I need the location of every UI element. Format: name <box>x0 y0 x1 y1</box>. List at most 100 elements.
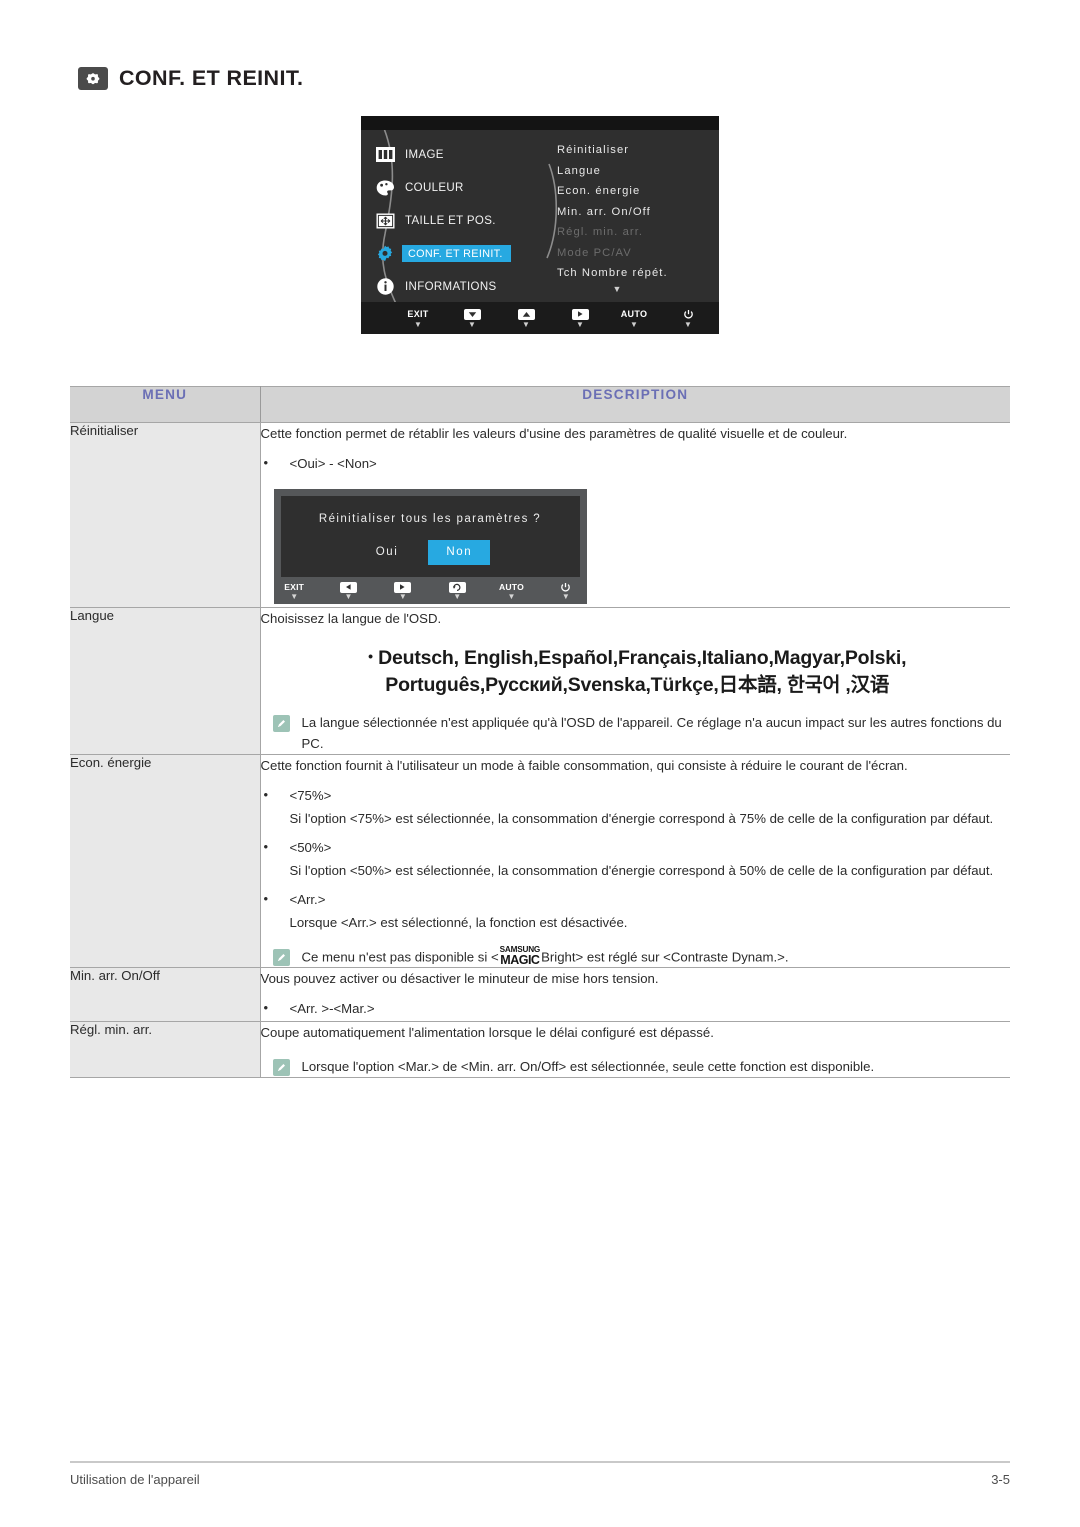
table-row: Réinitialiser Cette fonction permet de r… <box>70 422 1011 608</box>
right-button[interactable]: ▼ <box>389 581 416 601</box>
gear-icon <box>374 243 396 265</box>
button-caret-icon: ▼ <box>561 592 570 601</box>
osd-submenu-item[interactable]: Tch Nombre répét. <box>557 263 677 284</box>
auto-button-label: AUTO <box>620 309 648 319</box>
power-button[interactable]: ▼ <box>671 308 705 329</box>
list-item: <50%> <box>261 836 1011 858</box>
exit-button[interactable]: EXIT ▼ <box>281 581 308 601</box>
table-row: Min. arr. On/Off Vous pouvez activer ou … <box>70 967 1011 1023</box>
description-cell: Cette fonction fournit à l'utilisateur u… <box>260 753 1011 969</box>
option-detail: Lorsque <Arr.> est sélectionné, la fonct… <box>289 915 628 930</box>
osd-menu-label: TAILLE ET POS. <box>405 214 496 227</box>
osd-body: IMAGE COULEUR TAILLE ET POS. CONF. ET RE… <box>361 130 719 302</box>
osd-menu-item-informations[interactable]: INFORMATIONS <box>374 270 574 303</box>
languages-line-1: • Deutsch, English,Español,Français,Ital… <box>265 643 1011 672</box>
auto-button[interactable]: AUTO ▼ <box>617 308 651 329</box>
description-intro: Cette fonction fournit à l'utilisateur u… <box>260 758 908 773</box>
dialog-question: Réinitialiser tous les paramètres ? <box>318 512 542 525</box>
note-pencil-icon <box>272 715 290 732</box>
menu-description-table: MENU DESCRIPTION Réinitialiser Cette fon… <box>70 386 1011 1079</box>
osd-submenu-item[interactable]: Econ. énergie <box>557 181 677 202</box>
description-intro: Choisissez la langue de l'OSD. <box>260 611 442 626</box>
power-button[interactable]: ▼ <box>552 581 579 601</box>
page-footer: Utilisation de l'appareil 3-5 <box>70 1472 1010 1487</box>
list-item: <Oui> - <Non> <box>261 452 1011 474</box>
list-item: <Arr. >-<Mar.> <box>261 997 1011 1019</box>
up-button-glyph <box>509 308 543 321</box>
osd-button-bar: EXIT ▼ ▼ ▼ ▼ AUTO ▼ ▼ <box>361 302 719 334</box>
osd-menu-item-image[interactable]: IMAGE <box>374 138 574 171</box>
power-button-glyph <box>671 308 705 321</box>
note-block: La langue sélectionnée n'est appliquée q… <box>261 712 1011 754</box>
enter-button-glyph <box>563 308 597 321</box>
option-list: <50%> <box>261 836 1011 858</box>
size-position-icon <box>374 210 396 232</box>
option-list: <Arr. >-<Mar.> <box>261 997 1011 1019</box>
note-pencil-icon <box>272 1059 290 1077</box>
osd-menu-label: IMAGE <box>405 148 444 161</box>
note-text: La langue sélectionnée n'est appliquée q… <box>301 715 1002 751</box>
note-text-after: Bright> est réglé sur <Contraste Dynam.>… <box>541 949 789 965</box>
bullet-glyph: • <box>368 648 373 664</box>
osd-submenu-item[interactable]: Langue <box>557 161 677 182</box>
table-row: Langue Choisissez la langue de l'OSD. • … <box>70 607 1011 755</box>
note-pencil-icon <box>272 949 290 966</box>
osd-menu-label-selected: CONF. ET REINIT. <box>402 245 511 262</box>
description-intro: Cette fonction permet de rétablir les va… <box>260 426 848 441</box>
osd-submenu-item[interactable]: Min. arr. On/Off <box>557 202 677 223</box>
left-button[interactable]: ▼ <box>335 581 362 601</box>
dialog-screen: Réinitialiser tous les paramètres ? Oui … <box>280 496 580 577</box>
osd-submenu-item-disabled: Mode PC/AV <box>557 246 632 259</box>
column-header-menu: MENU <box>70 386 261 423</box>
button-caret-icon: ▼ <box>684 319 692 329</box>
scroll-down-caret-icon[interactable]: ▼ <box>557 284 677 294</box>
enter-button[interactable]: ▼ <box>563 308 597 329</box>
osd-menu-item-couleur[interactable]: COULEUR <box>374 171 574 204</box>
magic-wordmark: MAGIC <box>500 953 540 968</box>
osd-menu-label: INFORMATIONS <box>405 280 497 293</box>
dialog-options: Oui Non <box>370 539 491 565</box>
languages-line-2: Português,Русский,Svenska,Türkçe,日本語, 한국… <box>385 674 890 696</box>
option-detail: Si l'option <50%> est sélectionnée, la c… <box>289 863 994 878</box>
image-icon <box>374 144 396 166</box>
supported-languages-banner: • Deutsch, English,Español,Français,Ital… <box>261 643 1011 699</box>
up-button[interactable]: ▼ <box>509 308 543 329</box>
down-button-glyph <box>455 308 489 321</box>
button-caret-icon: ▼ <box>576 319 584 329</box>
enter-button[interactable]: ▼ <box>444 581 471 601</box>
osd-left-menu: IMAGE COULEUR TAILLE ET POS. CONF. ET RE… <box>374 138 574 303</box>
dialog-option-yes[interactable]: Oui <box>370 540 405 565</box>
reset-confirm-dialog-image: Réinitialiser tous les paramètres ? Oui … <box>273 489 587 604</box>
button-caret-icon: ▼ <box>453 592 462 601</box>
osd-menu-label: COULEUR <box>405 181 464 194</box>
button-caret-icon: ▼ <box>398 592 407 601</box>
osd-menu-item-conf-et-reinit[interactable]: CONF. ET REINIT. <box>374 237 574 270</box>
color-icon <box>374 177 396 199</box>
description-intro: Vous pouvez activer ou désactiver le min… <box>260 971 659 987</box>
exit-button[interactable]: EXIT ▼ <box>401 308 435 329</box>
note-block: Lorsque l'option <Mar.> de <Min. arr. On… <box>261 1056 1011 1077</box>
osd-screenshot: IMAGE COULEUR TAILLE ET POS. CONF. ET RE… <box>361 116 719 334</box>
note-block: Ce menu n'est pas disponible si < SAMSUNG… <box>261 945 1011 968</box>
option-list: <Arr.> <box>261 888 1011 910</box>
osd-menu-item-taille-et-pos[interactable]: TAILLE ET POS. <box>374 204 574 237</box>
menu-cell: Réinitialiser <box>70 422 261 608</box>
note-text: Lorsque l'option <Mar.> de <Min. arr. On… <box>301 1059 875 1075</box>
description-intro: Coupe automatiquement l'alimentation lor… <box>260 1025 714 1041</box>
down-button[interactable]: ▼ <box>455 308 489 329</box>
dialog-option-no-selected[interactable]: Non <box>428 539 491 565</box>
samsung-magic-logo: SAMSUNG MAGIC <box>500 945 541 968</box>
page-header: CONF. ET REINIT. <box>78 66 303 91</box>
dialog-button-bar: EXIT ▼ ▼ ▼ ▼ AUTO ▼ ▼ <box>281 577 580 604</box>
list-item: <Arr.> <box>261 888 1011 910</box>
description-cell: Vous pouvez activer ou désactiver le min… <box>260 967 1011 1023</box>
button-caret-icon: ▼ <box>522 319 530 329</box>
description-cell: Coupe automatiquement l'alimentation lor… <box>260 1021 1011 1079</box>
option-detail: Si l'option <75%> est sélectionnée, la c… <box>289 811 994 826</box>
page-title: CONF. ET REINIT. <box>119 66 304 90</box>
note-text-before: Ce menu n'est pas disponible si < <box>301 949 499 965</box>
table-header-row: MENU DESCRIPTION <box>70 386 1010 423</box>
auto-button[interactable]: AUTO ▼ <box>498 581 525 601</box>
button-caret-icon: ▼ <box>414 319 422 329</box>
osd-submenu-item[interactable]: Réinitialiser <box>557 140 677 161</box>
